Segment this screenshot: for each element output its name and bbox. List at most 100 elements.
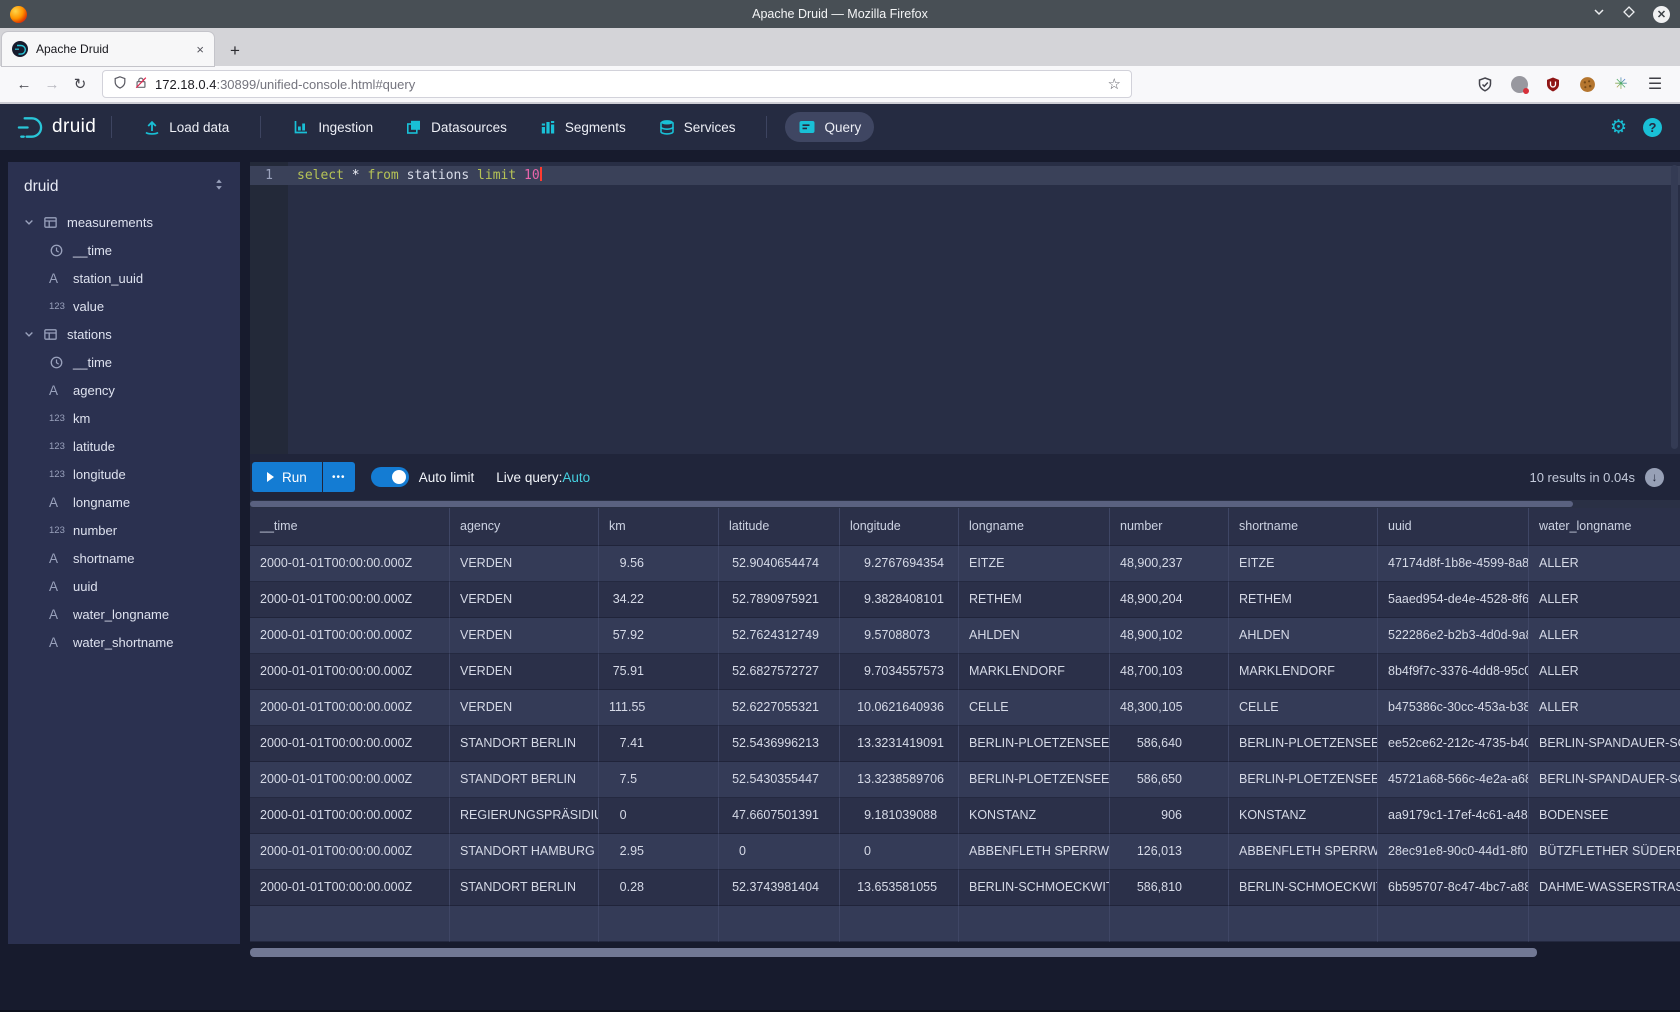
cell-agency[interactable]: STANDORT BERLIN <box>450 726 599 762</box>
sql-editor[interactable]: 1 select * from stations limit 10 <box>250 162 1680 454</box>
cell-water_longname[interactable]: ALLER <box>1529 582 1680 618</box>
column-header-longitude[interactable]: longitude <box>840 508 959 546</box>
column-header-__time[interactable]: __time <box>250 508 450 546</box>
column-header-latitude[interactable]: latitude <box>719 508 840 546</box>
tree-column-value[interactable]: 123value <box>8 292 240 320</box>
nav-item-segments[interactable]: Segments <box>526 112 639 142</box>
cell-__time[interactable]: 2000-01-01T00:00:00.000Z <box>250 690 450 726</box>
tracking-shield-icon[interactable] <box>113 75 127 93</box>
cell-latitude[interactable]: 0 <box>719 834 840 870</box>
cell-shortname[interactable]: BERLIN-SCHMOECKWITZ <box>1229 870 1378 906</box>
settings-gear-icon[interactable]: ⚙ <box>1610 116 1627 139</box>
bookmark-star-icon[interactable]: ☆ <box>1108 75 1121 93</box>
scrollbar-thumb[interactable] <box>250 948 1537 957</box>
cell-longitude[interactable]: 9.57088073 <box>840 618 959 654</box>
extension-asterisk-icon[interactable]: ✳ <box>1612 75 1630 93</box>
cell-latitude[interactable]: 52.7890975921 <box>719 582 840 618</box>
cell-number[interactable]: 48,900,102 <box>1110 618 1229 654</box>
tree-column-latitude[interactable]: 123latitude <box>8 432 240 460</box>
cell-latitude[interactable]: 52.6227055321 <box>719 690 840 726</box>
cell-longitude[interactable]: 0 <box>840 834 959 870</box>
cell-water_longname[interactable]: DAHME-WASSERSTRASS <box>1529 870 1680 906</box>
insecure-lock-icon[interactable] <box>134 75 148 93</box>
forward-button[interactable]: → <box>38 76 66 93</box>
extension-cookie-icon[interactable] <box>1578 75 1596 93</box>
column-header-shortname[interactable]: shortname <box>1229 508 1378 546</box>
cell-uuid[interactable]: 5aaed954-de4e-4528-8f6 <box>1378 582 1529 618</box>
tree-column-water_shortname[interactable]: Awater_shortname <box>8 628 240 656</box>
run-button[interactable]: Run <box>252 462 322 492</box>
cell-number[interactable]: 586,810 <box>1110 870 1229 906</box>
cell-water_longname[interactable]: BERLIN-SPANDAUER-SCH <box>1529 762 1680 798</box>
window-maximize-icon[interactable] <box>1623 5 1635 23</box>
cell-shortname[interactable]: BERLIN-PLOETZENSEE OP <box>1229 726 1378 762</box>
cell-__time[interactable]: 2000-01-01T00:00:00.000Z <box>250 834 450 870</box>
chevron-down-icon[interactable] <box>23 328 43 340</box>
cell-number[interactable]: 906 <box>1110 798 1229 834</box>
cell-water_longname[interactable]: BÜTZFLETHER SÜDERELB <box>1529 834 1680 870</box>
tree-column-shortname[interactable]: Ashortname <box>8 544 240 572</box>
cell-km[interactable]: 34.22 <box>599 582 719 618</box>
druid-brand[interactable]: druid <box>16 114 96 141</box>
cell-longitude[interactable]: 13.653581055 <box>840 870 959 906</box>
tree-column-longitude[interactable]: 123longitude <box>8 460 240 488</box>
cell-number[interactable]: 586,640 <box>1110 726 1229 762</box>
cell-water_longname[interactable]: ALLER <box>1529 690 1680 726</box>
browser-tab[interactable]: Apache Druid × <box>2 32 214 66</box>
menu-icon[interactable]: ☰ <box>1646 75 1664 93</box>
cell-longitude[interactable]: 10.0621640936 <box>840 690 959 726</box>
cell-latitude[interactable]: 52.3743981404 <box>719 870 840 906</box>
column-header-km[interactable]: km <box>599 508 719 546</box>
auto-limit-toggle[interactable] <box>371 467 409 487</box>
cell-water_longname[interactable]: ALLER <box>1529 546 1680 582</box>
cell-number[interactable]: 126,013 <box>1110 834 1229 870</box>
column-header-longname[interactable]: longname <box>959 508 1110 546</box>
cell-latitude[interactable]: 52.6827572727 <box>719 654 840 690</box>
cell-longname[interactable]: RETHEM <box>959 582 1110 618</box>
cell-water_longname[interactable]: BODENSEE <box>1529 798 1680 834</box>
cell-__time[interactable]: 2000-01-01T00:00:00.000Z <box>250 618 450 654</box>
cell-shortname[interactable]: AHLDEN <box>1229 618 1378 654</box>
cell-longname[interactable]: BERLIN-PLOETZENSEE UP <box>959 762 1110 798</box>
nav-item-query[interactable]: Query <box>785 112 874 142</box>
cell-longname[interactable]: BERLIN-PLOETZENSEE OP <box>959 726 1110 762</box>
cell-km[interactable]: 0 <box>599 798 719 834</box>
cell-uuid[interactable]: b475386c-30cc-453a-b38 <box>1378 690 1529 726</box>
cell-number[interactable]: 586,650 <box>1110 762 1229 798</box>
tab-close-icon[interactable]: × <box>196 42 204 57</box>
extension-shield-icon[interactable] <box>1476 75 1494 93</box>
cell-agency[interactable]: STANDORT BERLIN <box>450 762 599 798</box>
cell-number[interactable]: 48,700,103 <box>1110 654 1229 690</box>
cell-shortname[interactable]: MARKLENDORF <box>1229 654 1378 690</box>
cell-agency[interactable]: VERDEN <box>450 582 599 618</box>
cell-shortname[interactable]: RETHEM <box>1229 582 1378 618</box>
scrollbar-thumb[interactable] <box>250 501 1573 507</box>
cell-water_longname[interactable]: ALLER <box>1529 618 1680 654</box>
cell-longname[interactable]: KONSTANZ <box>959 798 1110 834</box>
cell-agency[interactable]: VERDEN <box>450 690 599 726</box>
extension-ublock-icon[interactable] <box>1544 75 1562 93</box>
editor-scrollbar[interactable] <box>1671 165 1678 449</box>
nav-item-services[interactable]: Services <box>645 112 749 142</box>
cell-shortname[interactable]: KONSTANZ <box>1229 798 1378 834</box>
extension-privacy-mask-icon[interactable] <box>1510 75 1528 93</box>
cell-agency[interactable]: VERDEN <box>450 546 599 582</box>
column-header-agency[interactable]: agency <box>450 508 599 546</box>
cell-longitude[interactable]: 9.7034557573 <box>840 654 959 690</box>
editor-code-area[interactable]: select * from stations limit 10 <box>288 162 1680 454</box>
back-button[interactable]: ← <box>10 76 38 93</box>
schema-selector[interactable]: druid <box>8 162 240 208</box>
window-close-icon[interactable]: ✕ <box>1653 6 1670 23</box>
cell-longname[interactable]: BERLIN-SCHMOECKWITZ <box>959 870 1110 906</box>
cell-longname[interactable]: MARKLENDORF <box>959 654 1110 690</box>
cell-agency[interactable]: REGIERUNGSPRÄSIDIUM <box>450 798 599 834</box>
cell-uuid[interactable]: 8b4f9f7c-3376-4dd8-95c0 <box>1378 654 1529 690</box>
tree-column-agency[interactable]: Aagency <box>8 376 240 404</box>
nav-item-ingestion[interactable]: Ingestion <box>279 112 386 142</box>
cell-number[interactable]: 48,300,105 <box>1110 690 1229 726</box>
results-bottom-scrollbar[interactable] <box>250 948 1680 957</box>
download-icon[interactable]: ↓ <box>1645 468 1664 487</box>
cell-__time[interactable]: 2000-01-01T00:00:00.000Z <box>250 654 450 690</box>
cell-km[interactable]: 57.92 <box>599 618 719 654</box>
cell-uuid[interactable]: aa9179c1-17ef-4c61-a48 <box>1378 798 1529 834</box>
